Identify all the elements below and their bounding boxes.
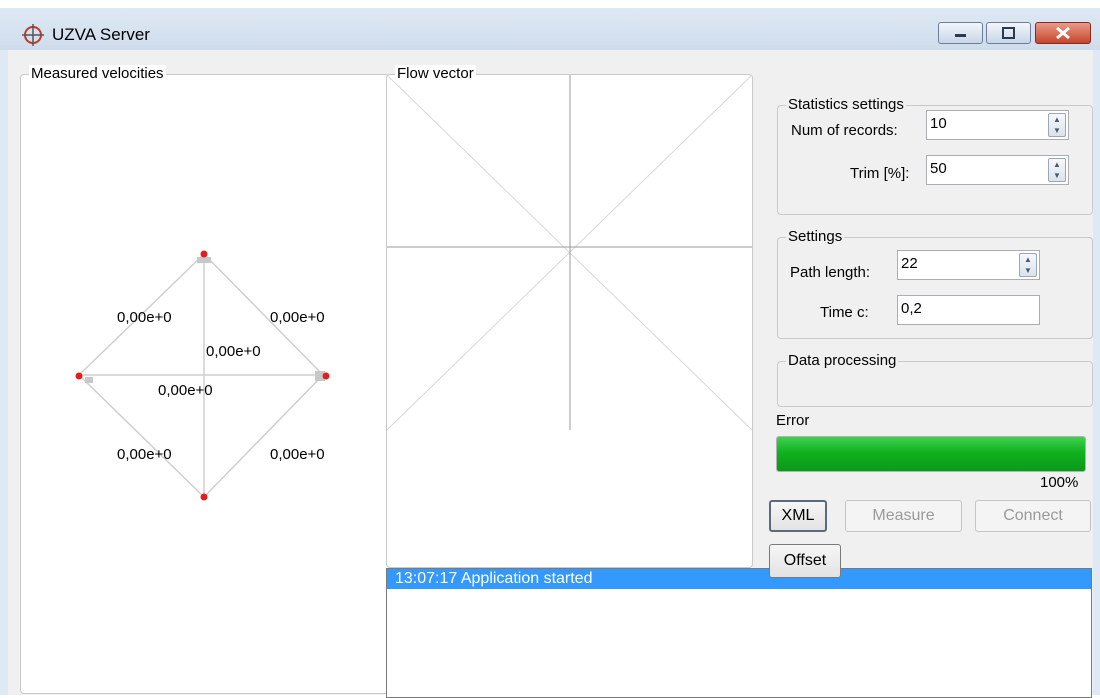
num-records-value: 10 [930, 115, 947, 132]
num-records-field[interactable]: 10 ▲ ▼ [926, 110, 1069, 140]
log-entry[interactable]: 13:07:17 Application started [387, 569, 1091, 589]
statistics-settings-label: Statistics settings [786, 96, 906, 113]
velocity-label-top-left: 0,00e+0 [117, 309, 172, 326]
data-processing-group: Data processing [777, 352, 1093, 407]
error-progress-percent: 100% [1040, 474, 1079, 491]
title-bar[interactable]: UZVA Server [0, 8, 1100, 50]
close-icon [1056, 26, 1070, 40]
time-c-label: Time c: [820, 304, 869, 321]
app-window: UZVA Server Measured velocities 0,00e+0 … [0, 8, 1100, 698]
velocity-label-bottom-right: 0,00e+0 [270, 446, 325, 463]
maximize-icon [1002, 27, 1015, 39]
path-length-spinner[interactable]: ▲ ▼ [1019, 253, 1037, 277]
close-button[interactable] [1035, 22, 1091, 44]
trim-field[interactable]: 50 ▲ ▼ [926, 155, 1069, 185]
spin-down-icon: ▼ [1053, 171, 1061, 180]
app-crosshair-icon [22, 24, 44, 46]
error-label: Error [776, 412, 810, 429]
path-length-label: Path length: [790, 264, 871, 281]
spin-down-icon: ▼ [1024, 266, 1032, 275]
trim-value: 50 [930, 160, 947, 177]
maximize-button[interactable] [986, 22, 1031, 44]
spin-up-icon: ▲ [1024, 255, 1032, 264]
minimize-icon [955, 34, 966, 37]
error-progress-bar [776, 436, 1086, 472]
offset-button[interactable]: Offset [769, 544, 841, 578]
time-c-value: 0,2 [901, 300, 922, 317]
trim-spinner[interactable]: ▲ ▼ [1048, 158, 1066, 182]
velocity-label-center-upper: 0,00e+0 [206, 343, 261, 360]
path-length-value: 22 [901, 255, 918, 272]
time-c-field[interactable]: 0,2 [897, 295, 1040, 325]
velocity-label-center-lower: 0,00e+0 [158, 382, 213, 399]
num-records-spinner[interactable]: ▲ ▼ [1048, 113, 1066, 137]
trim-label: Trim [%]: [850, 165, 910, 182]
window-title: UZVA Server [52, 25, 150, 44]
connect-button[interactable]: Connect [975, 500, 1091, 532]
flow-vector-group: Flow vector [386, 65, 753, 568]
data-processing-label: Data processing [786, 352, 899, 369]
flow-vector-plot [387, 75, 752, 431]
measured-velocities-group: Measured velocities 0,00e+0 0,00e+0 0,00… [20, 65, 390, 694]
log-list[interactable]: 13:07:17 Application started [386, 568, 1092, 698]
xml-button[interactable]: XML [769, 500, 827, 532]
error-progress-fill [777, 437, 1085, 471]
spin-up-icon: ▲ [1053, 160, 1061, 169]
path-length-field[interactable]: 22 ▲ ▼ [897, 250, 1040, 280]
settings-label: Settings [786, 228, 845, 245]
minimize-button[interactable] [938, 22, 983, 44]
spin-down-icon: ▼ [1053, 126, 1061, 135]
velocity-label-top-right: 0,00e+0 [270, 309, 325, 326]
velocity-label-bottom-left: 0,00e+0 [117, 446, 172, 463]
measure-button[interactable]: Measure [845, 500, 962, 532]
spin-up-icon: ▲ [1053, 115, 1061, 124]
num-records-label: Num of records: [791, 122, 898, 139]
